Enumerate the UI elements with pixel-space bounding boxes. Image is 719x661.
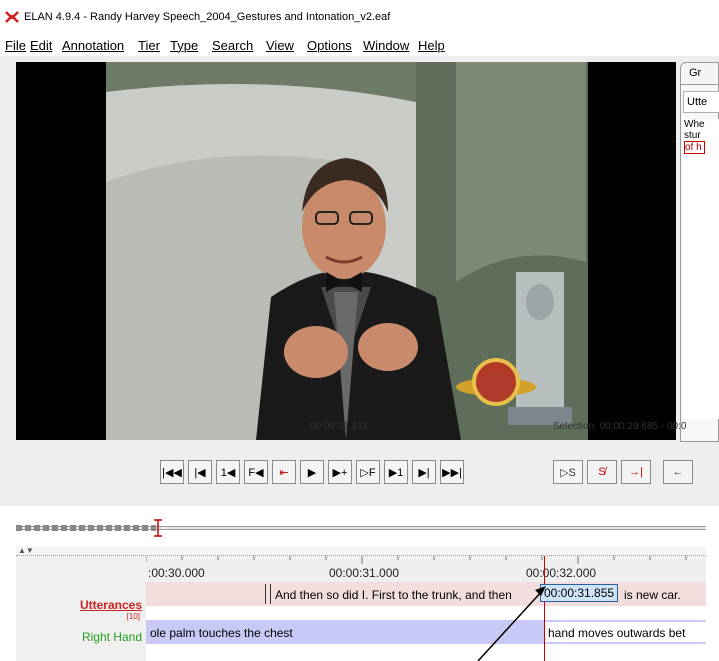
timeline-toolbar: ▲▼ xyxy=(16,546,706,556)
previous-second-button[interactable]: 1◀ xyxy=(216,460,240,484)
playback-controls: |◀◀ |◀ 1◀ F◀ ⇤ ▶ ▶+ ▷F ▶1 ▶| ▶▶| xyxy=(160,460,540,486)
active-annotation[interactable]: of h xyxy=(684,141,705,154)
previous-frame-button[interactable]: |◀ xyxy=(188,460,212,484)
timeline-area[interactable]: :00:30.000 00:00:31.000 00:00:32.000 And… xyxy=(146,556,706,661)
media-time-label: 00:00:31.911 xyxy=(310,421,368,432)
timeline-viewer: ▲▼ Utterances [10] Right Hand :00:30.000… xyxy=(16,546,706,661)
crosshair xyxy=(544,556,545,661)
annotation-line: stur xyxy=(684,130,701,141)
menu-search[interactable]: Search xyxy=(212,38,253,53)
selection-label: Selection: 00:00:29.685 - 00:0 xyxy=(553,421,687,432)
title-bar: ELAN 4.9.4 - Randy Harvey Speech_2004_Ge… xyxy=(0,0,719,34)
collapse-icon[interactable]: ▲▼ xyxy=(18,546,34,555)
annotation-utterance[interactable]: is new car. xyxy=(620,584,706,604)
annotation-empty[interactable] xyxy=(146,584,266,604)
selection-controls: ▷S S̸ →| ← xyxy=(553,460,719,486)
tier-selector[interactable]: Utte xyxy=(683,91,719,113)
window-title: ELAN 4.9.4 - Randy Harvey Speech_2004_Ge… xyxy=(24,11,391,23)
play-selection-button[interactable]: ▶+ xyxy=(328,460,352,484)
play-button[interactable]: ▶ xyxy=(300,460,324,484)
tier-row-right-hand: ole palm touches the chest hand moves ou… xyxy=(146,620,706,644)
selection-mode-button[interactable]: →| xyxy=(621,460,651,484)
tier-row-utterances: And then so did I. First to the trunk, a… xyxy=(146,582,706,606)
crosshair-time-tooltip: 00:00:31.855 xyxy=(540,584,619,602)
menu-window[interactable]: Window xyxy=(363,38,409,53)
menu-help[interactable]: Help xyxy=(418,38,445,53)
ruler-dashes xyxy=(16,525,156,531)
annotation-line: Whe xyxy=(684,119,705,130)
overview-track[interactable] xyxy=(16,518,706,538)
annotation-gesture[interactable]: hand moves outwards bet xyxy=(544,622,706,642)
menu-view[interactable]: View xyxy=(266,38,294,53)
menu-tier[interactable]: Tier xyxy=(138,38,160,53)
menu-options[interactable]: Options xyxy=(307,38,352,53)
next-annotation-button[interactable]: ▷F xyxy=(356,460,380,484)
workspace: Gr Utte Whe stur of h xyxy=(0,56,719,506)
tier-labels: Utterances [10] Right Hand xyxy=(16,556,146,661)
video-viewer[interactable] xyxy=(16,62,676,440)
menu-type[interactable]: Type xyxy=(170,38,198,53)
previous-boundary-button[interactable]: ⇤ xyxy=(272,460,296,484)
tier-name-utterances[interactable]: Utterances xyxy=(80,598,142,612)
menu-annotation[interactable]: Annotation xyxy=(62,38,124,53)
next-frame-button[interactable]: ▶| xyxy=(412,460,436,484)
menu-edit[interactable]: Edit xyxy=(30,38,52,53)
go-to-begin-button[interactable]: |◀◀ xyxy=(160,460,184,484)
tick-label: 00:00:31.000 xyxy=(329,566,400,580)
time-ruler: :00:30.000 00:00:31.000 00:00:32.000 xyxy=(146,556,706,582)
previous-annotation-button[interactable]: F◀ xyxy=(244,460,268,484)
menu-file[interactable]: File xyxy=(5,38,26,53)
tier-spacer xyxy=(146,606,706,620)
play-selection-s-button[interactable]: ▷S xyxy=(553,460,583,484)
clear-selection-button[interactable]: S̸ xyxy=(587,460,617,484)
tick-label: 00:00:32.000 xyxy=(526,566,597,580)
tick-marks xyxy=(146,556,687,564)
tab-grid[interactable]: Gr xyxy=(680,62,719,84)
panel-body: Utte Whe stur of h xyxy=(680,84,719,442)
tier-count: [10] xyxy=(126,612,140,621)
back-arrow-button[interactable]: ← xyxy=(663,460,693,484)
go-to-end-button[interactable]: ▶▶| xyxy=(440,460,464,484)
menu-bar: File Edit Annotation Tier Type Search Vi… xyxy=(0,34,719,56)
annotation-gesture[interactable]: ole palm touches the chest xyxy=(146,622,544,642)
annotation-utterance[interactable]: And then so did I. First to the trunk, a… xyxy=(270,584,540,604)
tick-label: :00:30.000 xyxy=(148,566,205,580)
elan-app-icon xyxy=(5,11,19,23)
tier-name-right-hand[interactable]: Right Hand xyxy=(82,630,142,644)
annotation-panel: Gr Utte Whe stur of h xyxy=(680,62,719,442)
overview-cursor-icon[interactable] xyxy=(152,518,164,538)
next-second-button[interactable]: ▶1 xyxy=(384,460,408,484)
annotation-text: Whe stur of h xyxy=(683,119,719,419)
video-frame xyxy=(16,62,676,440)
